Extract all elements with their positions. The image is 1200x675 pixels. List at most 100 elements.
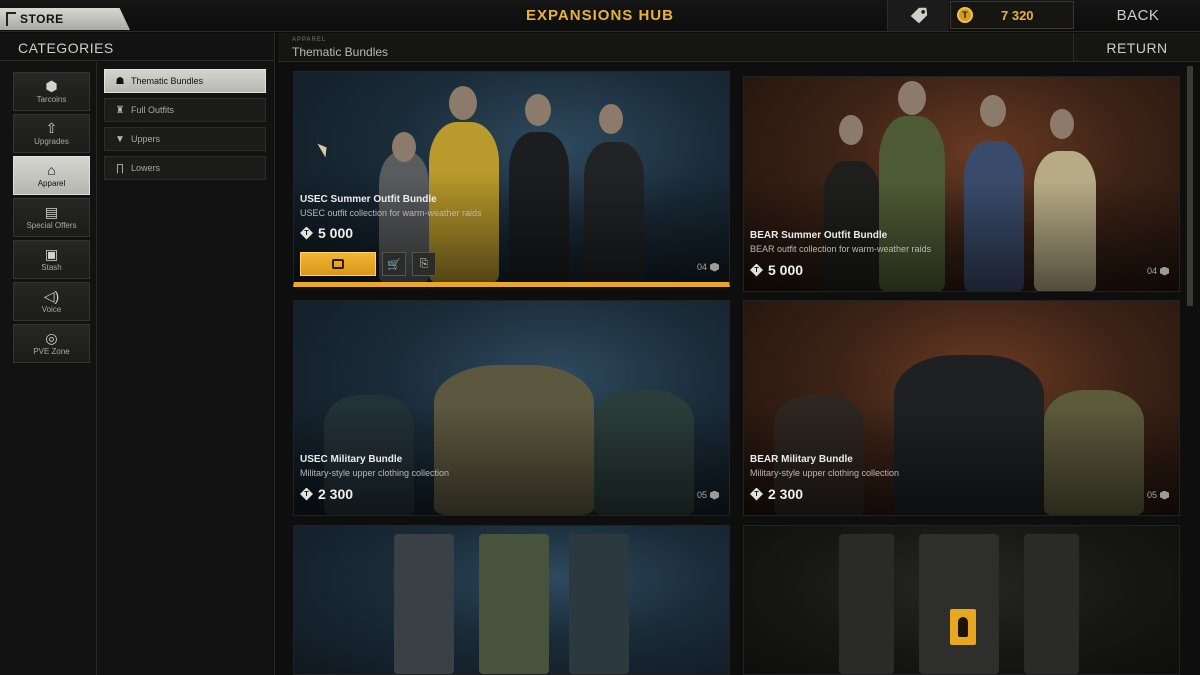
category-label: PVE Zone bbox=[33, 347, 70, 356]
category-voice[interactable]: ◁) Voice bbox=[13, 282, 90, 321]
figure-image bbox=[394, 534, 454, 674]
box-icon bbox=[710, 262, 719, 272]
category-label: Voice bbox=[41, 305, 62, 314]
panel-header: Apparel Thematic Bundles RETURN bbox=[278, 33, 1200, 62]
bundle-card-usec-military[interactable]: USEC Military Bundle Military-style uppe… bbox=[293, 300, 730, 516]
speaker-icon: ◁) bbox=[43, 288, 60, 304]
figure-image bbox=[479, 534, 549, 674]
categories-panel: CATEGORIES ⬢ Tarcoins ⇧ Upgrades ⌂ Appar… bbox=[0, 33, 275, 675]
price-tag-button[interactable] bbox=[887, 0, 949, 31]
figure-image bbox=[839, 115, 863, 145]
subcategory-thematic-bundles[interactable]: ☗ Thematic Bundles bbox=[104, 69, 266, 93]
item-count: 05 bbox=[1147, 490, 1169, 500]
gift-button[interactable]: ⎘ bbox=[412, 252, 436, 276]
bundle-title: USEC Summer Outfit Bundle bbox=[300, 194, 437, 205]
gift-icon: ⎘ bbox=[419, 257, 429, 270]
offer-icon: ▤ bbox=[44, 204, 59, 220]
hanger-icon: ⌂ bbox=[47, 162, 56, 178]
price-value: 2 300 bbox=[318, 486, 354, 502]
bundle-card-usec-lowers[interactable] bbox=[293, 525, 730, 675]
bundle-card-usec-summer[interactable]: USEC Summer Outfit Bundle USEC outfit co… bbox=[293, 71, 730, 287]
category-stash[interactable]: ▣ Stash bbox=[13, 240, 90, 279]
bundle-title: USEC Military Bundle bbox=[300, 454, 403, 465]
bundle-subtitle: BEAR outfit collection for warm-weather … bbox=[750, 244, 932, 254]
bundle-subtitle: Military-style upper clothing collection bbox=[750, 468, 900, 478]
figure-image bbox=[980, 95, 1006, 127]
bundle-title: BEAR Summer Outfit Bundle bbox=[750, 230, 888, 241]
faction-lock-icon bbox=[950, 609, 976, 645]
subcategory-label: Thematic Bundles bbox=[131, 76, 204, 86]
bundle-card-bear-military[interactable]: BEAR Military Bundle Military-style uppe… bbox=[743, 300, 1180, 516]
category-apparel[interactable]: ⌂ Apparel bbox=[13, 156, 90, 195]
category-label: Apparel bbox=[37, 179, 66, 188]
balance-value: 7 320 bbox=[1001, 7, 1034, 23]
category-label: Special Offers bbox=[26, 221, 77, 230]
box-icon bbox=[710, 490, 719, 500]
tarcoin-icon: T bbox=[750, 487, 763, 501]
outfit-icon: ♜ bbox=[115, 104, 125, 116]
item-count: 04 bbox=[1147, 266, 1169, 276]
category-label: Upgrades bbox=[34, 137, 69, 146]
pants-icon: ∏ bbox=[115, 162, 125, 174]
stash-boxes-icon: ▣ bbox=[44, 246, 59, 262]
figure-image bbox=[1024, 534, 1079, 674]
bundle-price: T 2 300 bbox=[750, 486, 803, 502]
count-value: 04 bbox=[1146, 266, 1157, 276]
bundle-card-locked[interactable] bbox=[743, 525, 1180, 675]
back-button[interactable]: BACK bbox=[1100, 7, 1176, 24]
section-title: Thematic Bundles bbox=[292, 45, 389, 59]
currency-balance: T 7 320 bbox=[950, 1, 1074, 29]
scrollbar[interactable] bbox=[1187, 66, 1193, 306]
item-count: 04 bbox=[697, 262, 719, 272]
return-button[interactable]: RETURN bbox=[1073, 33, 1200, 62]
bundle-price: T 5 000 bbox=[750, 262, 803, 278]
category-upgrades[interactable]: ⇧ Upgrades bbox=[13, 114, 90, 153]
tarcoin-icon: T bbox=[300, 487, 313, 501]
figure-image bbox=[898, 81, 926, 115]
buy-button[interactable] bbox=[300, 252, 376, 276]
subcategory-label: Uppers bbox=[131, 134, 161, 144]
figure-image bbox=[1050, 109, 1074, 139]
count-value: 05 bbox=[696, 490, 707, 500]
category-list bbox=[0, 62, 97, 675]
count-value: 04 bbox=[696, 262, 707, 272]
count-value: 05 bbox=[1146, 490, 1157, 500]
figure-image bbox=[392, 132, 416, 162]
bundle-card-bear-summer[interactable]: BEAR Summer Outfit Bundle BEAR outfit co… bbox=[743, 76, 1180, 292]
category-tarcoins[interactable]: ⬢ Tarcoins bbox=[13, 72, 90, 111]
bundle-title: BEAR Military Bundle bbox=[750, 454, 853, 465]
category-label: Tarcoins bbox=[36, 95, 67, 104]
tarcoin-icon: T bbox=[300, 226, 313, 240]
tarcoin-icon: T bbox=[957, 7, 973, 23]
price-value: 5 000 bbox=[768, 262, 804, 278]
categories-header: CATEGORIES bbox=[0, 33, 274, 61]
item-count: 05 bbox=[697, 490, 719, 500]
category-label: Stash bbox=[41, 263, 62, 272]
figure-image bbox=[569, 534, 629, 674]
bundles-panel: Apparel Thematic Bundles RETURN USEC Sum… bbox=[278, 33, 1200, 675]
cart-icon: 🛒 bbox=[387, 258, 401, 271]
figure-image bbox=[599, 104, 623, 134]
tarcoin-icon: ⬢ bbox=[45, 78, 58, 94]
subcategory-uppers[interactable]: ▼ Uppers bbox=[104, 127, 266, 151]
bundle-subtitle: USEC outfit collection for warm-weather … bbox=[300, 208, 482, 218]
price-tag-icon bbox=[910, 7, 927, 23]
bundle-subtitle: Military-style upper clothing collection bbox=[300, 468, 450, 478]
price-value: 5 000 bbox=[318, 225, 354, 241]
people-icon: ☗ bbox=[115, 75, 125, 87]
bundle-price: T 2 300 bbox=[300, 486, 353, 502]
figure-image bbox=[525, 94, 551, 126]
subcategory-full-outfits[interactable]: ♜ Full Outfits bbox=[104, 98, 266, 122]
wallet-icon bbox=[332, 259, 344, 269]
box-icon bbox=[1160, 266, 1169, 276]
box-icon bbox=[1160, 490, 1169, 500]
pve-target-icon: ◎ bbox=[45, 330, 58, 346]
shirt-icon: ▼ bbox=[115, 133, 125, 145]
upgrade-arrow-icon: ⇧ bbox=[45, 120, 58, 136]
bundle-price: T 5 000 bbox=[300, 225, 353, 241]
category-special-offers[interactable]: ▤ Special Offers bbox=[13, 198, 90, 237]
tarcoin-icon: T bbox=[750, 263, 763, 277]
category-pve-zone[interactable]: ◎ PVE Zone bbox=[13, 324, 90, 363]
add-to-cart-button[interactable]: 🛒 bbox=[382, 252, 406, 276]
subcategory-lowers[interactable]: ∏ Lowers bbox=[104, 156, 266, 180]
